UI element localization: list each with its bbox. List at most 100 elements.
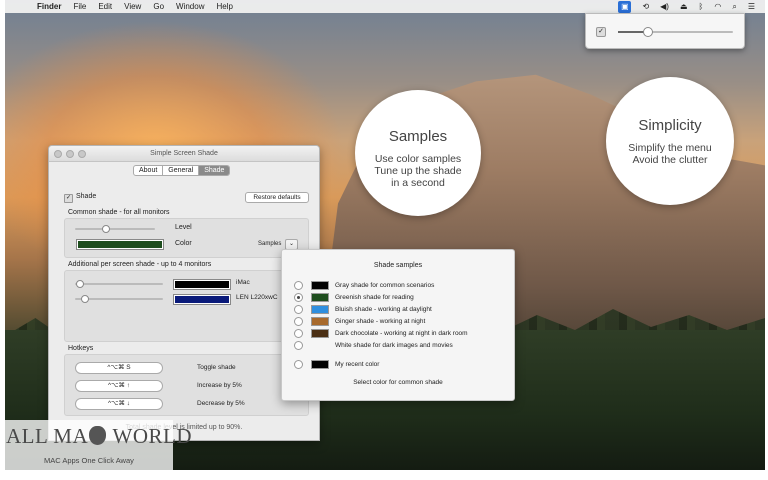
shade-level-knob[interactable] — [642, 27, 653, 37]
common-shade-header: Common shade - for all monitors — [68, 209, 170, 216]
sample-swatch — [311, 304, 329, 314]
bubble-line: Avoid the clutter — [632, 154, 708, 166]
hotkeys-header: Hotkeys — [68, 345, 94, 352]
menu-bar: Finder File Edit View Go Window Help ▣ ⟲… — [5, 0, 765, 13]
sample-radio[interactable] — [294, 340, 303, 350]
chevron-down-icon: ⌄ — [288, 241, 295, 247]
monitor-1-knob[interactable] — [75, 280, 84, 288]
sample-option[interactable]: White shade for dark images and movies — [294, 340, 453, 350]
common-level-slider[interactable] — [75, 228, 155, 230]
simplicity-bubble: Simplicity Simplify the menu Avoid the c… — [606, 77, 734, 205]
watermark: ALL MA WORLD MAC Apps One Click Away — [0, 420, 192, 472]
sample-swatch — [311, 316, 329, 326]
hotkey-increase-field[interactable]: ^⌥⌘ ↑ — [75, 380, 163, 392]
sample-label: Ginger shade - working at night — [335, 317, 426, 325]
menu-finder[interactable]: Finder — [37, 2, 61, 11]
sample-option[interactable]: Gray shade for common scenarios — [294, 280, 434, 290]
sample-swatch — [311, 341, 329, 350]
sample-label: Bluish shade - working at daylight — [335, 305, 432, 313]
additional-shade-header: Additional per screen shade - up to 4 mo… — [68, 261, 212, 268]
sample-swatch — [311, 280, 329, 290]
bubble-title: Simplicity — [638, 117, 702, 134]
zoom-window-button[interactable] — [78, 150, 86, 158]
common-shade-group: Level Color Samples ⌄ — [64, 218, 309, 258]
minimize-window-button[interactable] — [66, 150, 74, 158]
sample-radio[interactable] — [294, 280, 303, 290]
tab-about[interactable]: About — [134, 166, 164, 175]
restore-defaults-button[interactable]: Restore defaults — [245, 192, 309, 203]
menu-view[interactable]: View — [124, 2, 141, 11]
sample-swatch — [311, 328, 329, 338]
sample-swatch — [311, 292, 329, 302]
tab-general[interactable]: General — [163, 166, 200, 175]
menu-edit[interactable]: Edit — [98, 2, 112, 11]
samples-bubble: Samples Use color samples Tune up the sh… — [355, 90, 481, 216]
bubble-line: Use color samples — [374, 153, 462, 165]
sample-label: Dark chocolate - working at night in dar… — [335, 329, 468, 337]
volume-icon[interactable]: ◀) — [660, 2, 669, 11]
bluetooth-icon[interactable]: ᛒ — [699, 2, 704, 11]
common-level-knob[interactable] — [102, 225, 111, 233]
time-machine-icon[interactable]: ⟲ — [642, 2, 649, 11]
tab-shade[interactable]: Shade — [199, 166, 230, 175]
monitor-2-name: LEN L220xwC — [236, 294, 278, 301]
sample-radio[interactable] — [294, 316, 303, 326]
shade-toggle-checkbox[interactable]: ✓ — [596, 27, 606, 37]
sample-swatch — [311, 359, 329, 369]
menu-go[interactable]: Go — [153, 2, 164, 11]
apple-logo-icon — [89, 426, 107, 445]
per-screen-group: iMac LEN L220xwC — [64, 270, 309, 342]
hotkey-decrease-label: Decrease by 5% — [197, 400, 245, 407]
samples-popup-footer: Select color for common shade — [353, 379, 443, 386]
samples-popup-title: Shade samples — [373, 262, 423, 269]
monitor-1-name: iMac — [236, 279, 250, 286]
monitor-1-slider[interactable] — [75, 283, 163, 285]
desktop: Finder File Edit View Go Window Help ▣ ⟲… — [5, 0, 765, 470]
hotkey-decrease-field[interactable]: ^⌥⌘ ↓ — [75, 398, 163, 410]
menu-window[interactable]: Window — [176, 2, 204, 11]
monitor-2-knob[interactable] — [80, 295, 89, 303]
color-label: Color — [175, 240, 192, 247]
shade-app-icon[interactable]: ▣ — [618, 0, 632, 13]
watermark-brand-left: ALL MA — [6, 424, 89, 448]
menu-file[interactable]: File — [73, 2, 86, 11]
shade-checkbox[interactable]: ✓ — [64, 194, 73, 203]
preferences-window: Simple Screen Shade About General Shade … — [48, 145, 320, 441]
monitor-2-color-well[interactable] — [173, 294, 231, 305]
sample-radio[interactable] — [294, 328, 303, 338]
wifi-icon[interactable]: ◠ — [714, 2, 721, 11]
eject-icon[interactable]: ⏏ — [680, 2, 688, 11]
bubble-line: Simplify the menu — [628, 142, 712, 154]
hotkey-toggle-label: Toggle shade — [197, 364, 236, 371]
sample-radio[interactable] — [294, 292, 303, 302]
sample-label: My recent color — [335, 360, 380, 368]
bubble-title: Samples — [388, 128, 448, 145]
watermark-brand: ALL MA WORLD — [6, 424, 192, 449]
notification-list-icon[interactable]: ☰ — [748, 2, 755, 11]
watermark-brand-right: WORLD — [107, 424, 192, 448]
watermark-tagline: MAC Apps One Click Away — [44, 456, 134, 465]
sample-radio[interactable] — [294, 359, 303, 369]
menu-help[interactable]: Help — [216, 2, 232, 11]
status-area: ▣ ⟲ ◀) ⏏ ᛒ ◠ ⌕ ☰ — [618, 0, 755, 13]
hotkey-toggle-field[interactable]: ^⌥⌘ S — [75, 362, 163, 374]
hotkey-increase-label: Increase by 5% — [197, 382, 242, 389]
monitor-1-color-well[interactable] — [173, 279, 231, 290]
sample-option[interactable]: My recent color — [294, 359, 379, 369]
sample-radio[interactable] — [294, 304, 303, 314]
window-titlebar[interactable]: Simple Screen Shade — [49, 146, 319, 162]
sample-option[interactable]: Dark chocolate - working at night in dar… — [294, 328, 468, 338]
shade-level-slider[interactable] — [618, 31, 733, 33]
close-window-button[interactable] — [54, 150, 62, 158]
sample-label: White shade for dark images and movies — [335, 341, 453, 349]
bubble-line: in a second — [391, 177, 445, 189]
sample-option[interactable]: Greenish shade for reading — [294, 292, 414, 302]
common-color-well[interactable] — [76, 239, 164, 250]
shade-samples-popup: Shade samples Gray shade for common scen… — [281, 249, 515, 401]
sample-option[interactable]: Bluish shade - working at daylight — [294, 304, 432, 314]
spotlight-icon[interactable]: ⌕ — [732, 2, 736, 12]
sample-option[interactable]: Ginger shade - working at night — [294, 316, 425, 326]
hotkeys-group: ^⌥⌘ S Toggle shade ^⌥⌘ ↑ Increase by 5% … — [64, 354, 309, 416]
shade-menu-panel: ✓ — [585, 13, 745, 49]
bubble-line: Tune up the shade — [374, 165, 462, 177]
